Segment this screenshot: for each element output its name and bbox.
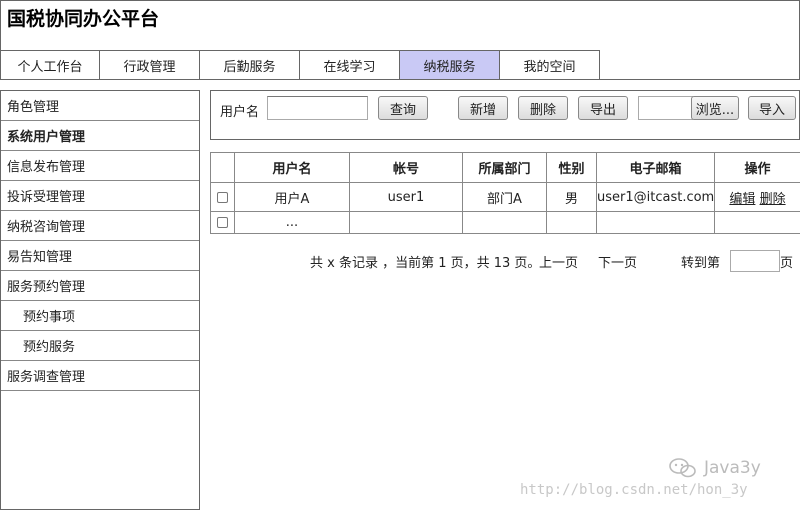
cell-email: user1@itcast.com [596,182,715,212]
column-header-gender: 性别 [546,152,597,183]
table-row: 用户A user1 部门A 男 user1@itcast.com 编辑 删除 [210,182,800,212]
column-header-account: 帐号 [349,152,463,183]
sidebar-item-system-users[interactable]: 系统用户管理 [1,121,199,151]
row-checkbox[interactable] [217,191,228,203]
cell-actions [714,211,800,234]
edit-link[interactable]: 编辑 [729,192,755,207]
tab-administration[interactable]: 行政管理 [100,50,200,80]
add-button[interactable]: 新增 [458,96,508,120]
search-toolbar: 用户名 查询 新增 删除 导出 浏览... 导入 [210,90,800,140]
tab-tax-service[interactable]: 纳税服务 [400,50,500,80]
watermark-brand: Java3y [704,458,761,478]
goto-page-input[interactable] [730,250,780,272]
column-header-actions: 操作 [714,152,800,183]
tab-logistics[interactable]: 后勤服务 [200,50,300,80]
cell-username: 用户A [234,182,350,212]
cell-account [349,211,463,234]
goto-page-label: 转到第 [681,256,721,271]
cell-department: 部门A [462,182,547,212]
next-page-link[interactable]: 下一页 [598,252,637,271]
table-header-row: 用户名 帐号 所属部门 性别 电子邮箱 操作 [210,152,800,183]
sidebar-item-info-publish[interactable]: 信息发布管理 [1,151,199,181]
cell-actions: 编辑 删除 [714,182,800,212]
import-file-field[interactable] [638,96,693,120]
username-label: 用户名 [220,105,260,120]
watermark-url: http://blog.csdn.net/hon_3y [520,482,748,498]
sidebar-item-complaints[interactable]: 投诉受理管理 [1,181,199,211]
sidebar-item-notice[interactable]: 易告知管理 [1,241,199,271]
sidebar-item-tax-consult[interactable]: 纳税咨询管理 [1,211,199,241]
cell-username: ... [234,211,350,234]
pagination-summary: 共 x 条记录 ，当前第 1 页，共 13 页。 [310,256,541,271]
column-header-email: 电子邮箱 [596,152,715,183]
cell-account: user1 [349,182,463,212]
cell-gender [546,211,597,234]
select-cell [210,211,235,234]
sidebar-item-reservation-management[interactable]: 服务预约管理 [1,271,199,301]
sidebar-item-reservation-service[interactable]: 预约服务 [1,331,199,361]
row-checkbox[interactable] [217,217,228,228]
wechat-watermark: Java3y [668,456,761,480]
delete-button[interactable]: 删除 [518,96,568,120]
tab-my-space[interactable]: 我的空间 [500,50,600,80]
cell-email [596,211,715,234]
user-table: 用户名 帐号 所属部门 性别 电子邮箱 操作 用户A user1 部门A 男 u… [210,152,800,234]
header-divider [600,79,800,80]
sidebar-item-survey[interactable]: 服务调查管理 [1,361,199,391]
tab-online-learning[interactable]: 在线学习 [300,50,400,80]
query-button[interactable]: 查询 [378,96,428,120]
app-title: 国税协同办公平台 [7,8,160,30]
sidebar-item-role-management[interactable]: 角色管理 [1,91,199,121]
browse-button[interactable]: 浏览... [691,96,739,120]
select-cell [210,182,235,212]
wechat-icon [669,458,696,478]
page-suffix-label: 页 [780,256,794,271]
top-nav: 个人工作台 行政管理 后勤服务 在线学习 纳税服务 我的空间 [0,50,600,80]
delete-link[interactable]: 删除 [760,192,786,207]
export-button[interactable]: 导出 [578,96,628,120]
column-header-department: 所属部门 [462,152,547,183]
sidebar-item-reservation-matters[interactable]: 预约事项 [1,301,199,331]
cell-department [462,211,547,234]
table-row: ... [210,211,800,234]
import-button[interactable]: 导入 [748,96,796,120]
prev-page-link[interactable]: 上一页 [539,252,578,271]
select-column-header [210,152,235,183]
cell-gender: 男 [546,182,597,212]
pagination: 共 x 条记录 ，当前第 1 页，共 13 页。 上一页 下一页 转到第 页 [310,250,800,272]
column-header-username: 用户名 [234,152,350,183]
tab-personal-workbench[interactable]: 个人工作台 [0,50,100,80]
username-search-input[interactable] [267,96,368,120]
sidebar: 角色管理 系统用户管理 信息发布管理 投诉受理管理 纳税咨询管理 易告知管理 服… [0,90,200,510]
